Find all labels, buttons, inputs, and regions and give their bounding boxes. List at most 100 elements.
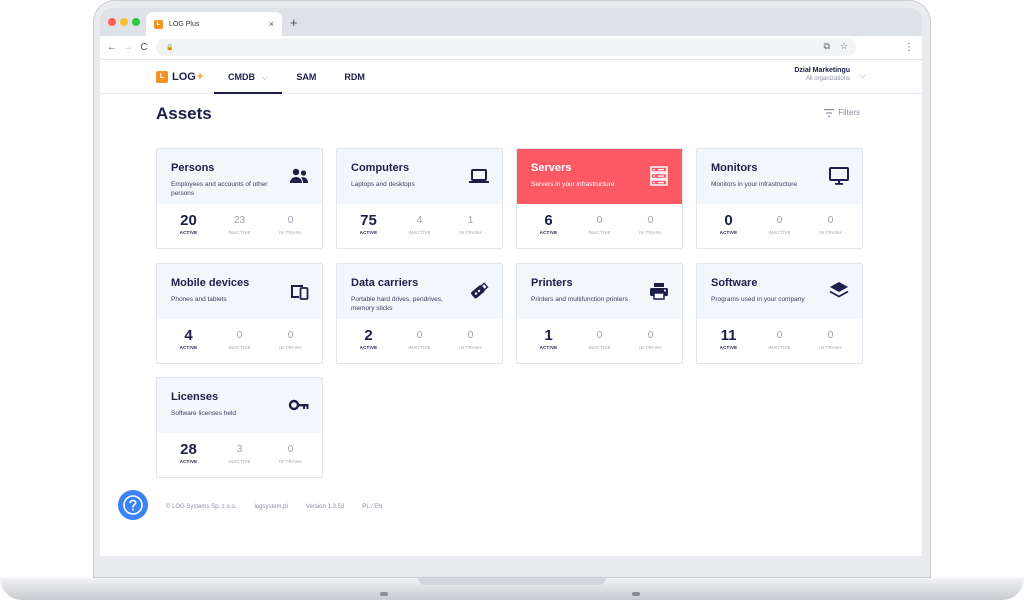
stat-active[interactable]: 75 ACTIVE [343,212,394,235]
stat-active[interactable]: 20 ACTIVE [163,213,214,235]
filters-button[interactable]: Filters [824,108,860,117]
back-button[interactable]: ← [104,42,120,53]
stat-trash[interactable]: 1 IN TRASH [445,214,496,235]
stat-active-label: ACTIVE [179,230,198,235]
stat-trash-label: IN TRASH [279,459,302,464]
window-close-dot[interactable] [108,18,116,26]
printer-icon [650,283,668,300]
nav-sam[interactable]: SAM [282,60,330,94]
stat-trash[interactable]: 0 IN TRASH [805,214,856,235]
help-button[interactable] [118,490,148,520]
stat-inactive[interactable]: 0 INACTIVE [754,214,805,235]
stat-active-label: ACTIVE [359,230,378,235]
stat-trash-label: IN TRASH [639,230,662,235]
stat-inactive[interactable]: 0 INACTIVE [394,329,445,350]
stat-trash[interactable]: 0 IN TRASH [805,329,856,350]
stat-trash[interactable]: 0 IN TRASH [265,214,316,235]
stat-inactive[interactable]: 0 INACTIVE [574,214,625,235]
filters-label: Filters [838,108,860,117]
stat-trash[interactable]: 0 IN TRASH [625,214,676,235]
stat-inactive-label: INACTIVE [228,459,251,464]
stat-active-value: 4 [184,327,193,344]
browser-tab[interactable]: L LOG Plus × [146,12,282,36]
stat-inactive-label: INACTIVE [408,345,431,350]
stat-inactive[interactable]: 0 INACTIVE [574,329,625,350]
chevron-down-icon[interactable]: ⌵ [859,70,866,81]
footer-site-link[interactable]: logsystem.pl [254,504,287,510]
card-header: Software Programs used in your company [697,264,862,319]
card-description: Servers in your infrastructure [531,181,615,188]
stat-trash[interactable]: 0 IN TRASH [265,329,316,350]
stat-active[interactable]: 1 ACTIVE [523,327,574,350]
organization-switcher[interactable]: Dział Marketingu All organizations [794,67,850,82]
stat-trash-label: IN TRASH [279,345,302,350]
filter-icon [824,108,835,117]
stat-inactive-label: INACTIVE [408,230,431,235]
forward-button[interactable]: → [120,42,136,53]
card-description: Software licenses held [171,410,237,417]
card-description: Portable hard drives, pendrives, memory … [351,296,443,312]
stat-active-value: 2 [364,327,373,344]
stat-inactive-value: 0 [596,330,603,341]
star-icon[interactable]: ☆ [840,41,848,52]
stat-inactive-label: INACTIVE [768,230,791,235]
card-header: Data carriers Portable hard drives, pendr… [337,264,502,319]
stat-active[interactable]: 4 ACTIVE [163,327,214,350]
window-minimize-dot[interactable] [120,18,128,26]
stat-inactive[interactable]: 23 INACTIVE [214,214,265,235]
card-description: Laptops and desktops [351,181,415,188]
stat-active-value: 1 [544,327,553,344]
usb-drive-icon [471,282,489,299]
asset-card-licenses[interactable]: Licenses Software licenses held 28 ACTIVE 3 I… [156,377,323,478]
org-subtitle: All organizations [805,76,850,82]
stat-active[interactable]: 2 ACTIVE [343,327,394,350]
stat-active-value: 75 [360,212,377,229]
asset-card-persons[interactable]: Persons Employees and accounts of other p… [156,148,323,249]
card-stats: 2 ACTIVE 0 INACTIVE 0 IN TRASH [337,319,502,350]
close-tab-icon[interactable]: × [269,19,274,29]
stat-active[interactable]: 6 ACTIVE [523,213,574,235]
reload-button[interactable]: C [136,42,152,53]
url-input[interactable]: 🔒 [156,39,856,56]
stat-trash[interactable]: 0 IN TRASH [265,443,316,464]
window-maximize-dot[interactable] [132,18,140,26]
stat-inactive-value: 23 [233,215,246,226]
asset-card-monitors[interactable]: Monitors Monitors in your infrastructure 0… [696,148,863,249]
stat-active[interactable]: 28 ACTIVE [163,442,214,464]
stat-trash[interactable]: 0 IN TRASH [445,329,496,350]
card-stats: 75 ACTIVE 4 INACTIVE 1 IN TRASH [337,204,502,235]
stat-active[interactable]: 11 ACTIVE [703,328,754,350]
help-icon [123,495,143,515]
favicon-icon: L [154,19,163,29]
translate-icon[interactable]: ⧉ [823,41,829,52]
app-logo[interactable]: L LOG + [156,71,203,83]
asset-card-software[interactable]: Software Programs used in your company 11 A… [696,263,863,364]
stat-trash-value: 1 [467,215,474,226]
browser-menu-icon[interactable]: ⋮ [904,42,914,53]
stat-inactive[interactable]: 0 INACTIVE [754,329,805,350]
card-stats: 28 ACTIVE 3 INACTIVE 0 IN TRASH [157,433,322,464]
card-header: Monitors Monitors in your infrastructure [697,149,862,204]
stat-active-label: ACTIVE [719,345,738,350]
asset-card-mobile-devices[interactable]: Mobile devices Phones and tablets 4 ACTIVE 0… [156,263,323,364]
stat-inactive[interactable]: 0 INACTIVE [214,329,265,350]
nav-rdm[interactable]: RDM [330,60,379,94]
card-stats: 11 ACTIVE 0 INACTIVE 0 IN TRASH [697,319,862,350]
asset-card-data-carriers[interactable]: Data carriers Portable hard drives, pendr… [336,263,503,364]
stat-trash[interactable]: 0 IN TRASH [625,329,676,350]
card-description: Monitors in your infrastructure [711,181,797,188]
layers-icon [829,282,849,298]
stat-trash-label: IN TRASH [459,230,482,235]
nav-cmdb[interactable]: CMDB ⌵ [214,60,283,94]
stat-active[interactable]: 0 ACTIVE [703,213,754,235]
card-header: Printers Printers and multifunction print… [517,264,682,319]
footer-language-switch[interactable]: PL / EN [362,504,382,510]
stat-trash-label: IN TRASH [639,345,662,350]
asset-card-servers[interactable]: Servers Servers in your infrastructure 6 AC… [516,148,683,249]
stat-inactive[interactable]: 4 INACTIVE [394,214,445,235]
new-tab-button[interactable]: + [290,15,298,30]
asset-card-printers[interactable]: Printers Printers and multifunction print… [516,263,683,364]
asset-card-computers[interactable]: Computers Laptops and desktops 75 ACTIVE 4 IN… [336,148,503,249]
card-stats: 1 ACTIVE 0 INACTIVE 0 IN TRASH [517,319,682,350]
stat-inactive[interactable]: 3 INACTIVE [214,443,265,464]
